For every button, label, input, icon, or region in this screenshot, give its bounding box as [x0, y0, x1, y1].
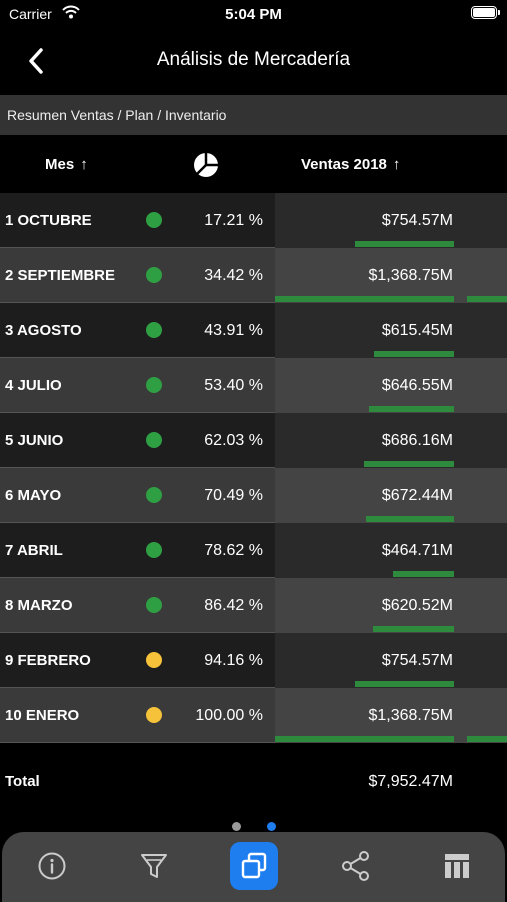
sales-table: 1 OCTUBRE 17.21 % $754.57M 2 SEPTIEMBRE 34.4… [0, 193, 507, 743]
status-dot-icon [146, 542, 162, 558]
month-label: 10 ENERO [5, 707, 80, 724]
sales-value: $615.45M [381, 322, 453, 339]
status-dot-icon [146, 597, 162, 613]
share-icon [340, 850, 372, 882]
status-bar: Carrier 5:04 PM [0, 0, 507, 28]
status-dot-icon [146, 707, 162, 723]
table-icon [442, 851, 472, 881]
cumulative-percent: 53.40 % [204, 377, 263, 394]
sales-value: $646.55M [381, 377, 453, 394]
table-row[interactable]: 8 MARZO 86.42 % $620.52M [0, 578, 507, 633]
month-label: 9 FEBRERO [5, 652, 91, 669]
status-dot-icon [146, 652, 162, 668]
month-label: 1 OCTUBRE [5, 212, 92, 229]
month-label: 4 JULIO [5, 377, 62, 394]
sales-bar-overflow [467, 296, 507, 302]
table-header: Mes ↑ Ventas 2018 ↑ [0, 137, 507, 191]
filter-icon [139, 851, 169, 881]
cumulative-percent: 34.42 % [204, 267, 263, 284]
sales-bar [374, 351, 454, 357]
breadcrumb: Resumen Ventas / Plan / Inventario [0, 95, 507, 135]
sales-value: $1,368.75M [368, 707, 453, 724]
cumulative-percent: 62.03 % [204, 432, 263, 449]
tab-copy[interactable] [230, 842, 278, 890]
status-dot-icon [146, 267, 162, 283]
cumulative-percent: 43.91 % [204, 322, 263, 339]
sales-value: $464.71M [381, 542, 453, 559]
cumulative-percent: 70.49 % [204, 487, 263, 504]
cumulative-percent: 86.42 % [204, 597, 263, 614]
status-dot-icon [146, 322, 162, 338]
sales-bar [355, 681, 454, 687]
sort-by-sales-header[interactable]: Ventas 2018 ↑ [301, 156, 400, 173]
cumulative-percent: 94.16 % [204, 652, 263, 669]
cumulative-percent: 100.00 % [195, 707, 263, 724]
sales-bar [364, 461, 454, 467]
sales-bar [355, 241, 454, 247]
month-label: 7 ABRIL [5, 542, 63, 559]
sales-value: $754.57M [381, 212, 453, 229]
sales-value: $686.16M [381, 432, 453, 449]
navigation-bar: Análisis de Mercadería [0, 30, 507, 92]
sales-bar [369, 406, 454, 412]
cumulative-percent: 17.21 % [204, 212, 263, 229]
info-icon [37, 851, 67, 881]
table-row[interactable]: 7 ABRIL 78.62 % $464.71M [0, 523, 507, 578]
page-title: Análisis de Mercadería [156, 49, 351, 70]
status-dot-icon [146, 432, 162, 448]
sort-arrow-icon: ↑ [80, 156, 88, 173]
sales-value: $1,368.75M [368, 267, 453, 284]
table-row[interactable]: 5 JUNIO 62.03 % $686.16M [0, 413, 507, 468]
month-label: 3 AGOSTO [5, 322, 82, 339]
month-label: 6 MAYO [5, 487, 62, 504]
sort-by-month-header[interactable]: Mes ↑ [45, 156, 88, 173]
status-dot-icon [146, 487, 162, 503]
copy-icon [239, 851, 269, 881]
month-label: 8 MARZO [5, 597, 73, 614]
tab-filter[interactable] [130, 842, 178, 890]
sort-arrow-icon: ↑ [392, 156, 401, 173]
tab-table[interactable] [433, 842, 481, 890]
month-label: 5 JUNIO [5, 432, 64, 449]
table-row[interactable]: 4 JULIO 53.40 % $646.55M [0, 358, 507, 413]
sales-value: $754.57M [381, 652, 453, 669]
total-row: Total $7,952.47M [0, 756, 507, 808]
sales-value: $672.44M [381, 487, 453, 504]
table-row[interactable]: 9 FEBRERO 94.16 % $754.57M [0, 633, 507, 688]
sales-header-label: Ventas 2018 [301, 156, 387, 173]
status-time: 5:04 PM [225, 6, 282, 23]
table-row[interactable]: 3 AGOSTO 43.91 % $615.45M [0, 303, 507, 358]
total-value: $7,952.47M [368, 773, 453, 790]
month-header-label: Mes [45, 156, 75, 173]
page-dot[interactable] [232, 822, 241, 831]
sales-bar [393, 571, 454, 577]
bottom-toolbar [2, 832, 505, 902]
page-dot[interactable] [267, 822, 276, 831]
table-row[interactable]: 6 MAYO 70.49 % $672.44M [0, 468, 507, 523]
total-label: Total [5, 773, 40, 790]
pie-chart-icon[interactable] [193, 152, 219, 183]
battery-icon [471, 6, 500, 19]
table-row[interactable]: 10 ENERO 100.00 % $1,368.75M [0, 688, 507, 743]
sales-bar [275, 296, 454, 302]
sales-bar [373, 626, 454, 632]
sales-bar [275, 736, 454, 742]
breadcrumb-text: Resumen Ventas / Plan / Inventario [7, 107, 227, 123]
status-dot-icon [146, 212, 162, 228]
tab-info[interactable] [28, 842, 76, 890]
table-row[interactable]: 1 OCTUBRE 17.21 % $754.57M [0, 193, 507, 248]
sales-bar [366, 516, 454, 522]
sales-value: $620.52M [381, 597, 453, 614]
cumulative-percent: 78.62 % [204, 542, 263, 559]
tab-share[interactable] [332, 842, 380, 890]
month-label: 2 SEPTIEMBRE [5, 267, 116, 284]
table-row[interactable]: 2 SEPTIEMBRE 34.42 % $1,368.75M [0, 248, 507, 303]
status-dot-icon [146, 377, 162, 393]
sales-bar-overflow [467, 736, 507, 742]
